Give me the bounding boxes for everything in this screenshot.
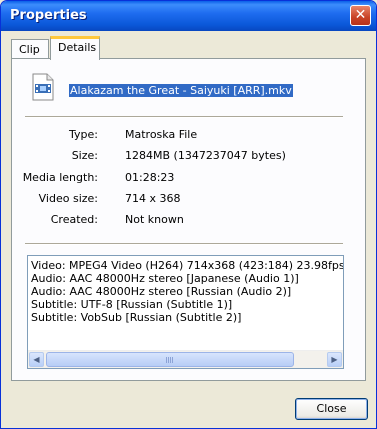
type-label: Type: xyxy=(69,128,98,141)
horizontal-scrollbar[interactable]: ◀ ▶ xyxy=(28,350,343,368)
separator-bottom xyxy=(25,243,343,245)
properties-window: Properties ✕ Clip Details Alakazam the G… xyxy=(0,0,377,429)
media-length-value: 01:28:23 xyxy=(125,171,175,184)
type-value: Matroska File xyxy=(125,128,198,141)
created-label: Created: xyxy=(50,213,98,226)
title-bar[interactable]: Properties ✕ xyxy=(1,1,376,31)
created-value: Not known xyxy=(125,213,184,226)
streams-textbox[interactable]: Video: MPEG4 Video (H264) 714x368 (423:1… xyxy=(27,255,344,369)
details-panel: Alakazam the Great - Saiyuki [ARR].mkv T… xyxy=(11,58,366,381)
file-name: Alakazam the Great - Saiyuki [ARR].mkv xyxy=(69,84,293,97)
tab-details-label: Details xyxy=(58,41,97,54)
stream-line: Subtitle: VobSub [Russian (Subtitle 2)] xyxy=(31,311,242,324)
scrollbar-thumb[interactable] xyxy=(46,352,294,367)
media-length-label: Media length: xyxy=(22,171,98,184)
scroll-right-icon[interactable]: ▶ xyxy=(327,352,342,367)
window-close-icon[interactable]: ✕ xyxy=(350,5,371,26)
video-size-label: Video size: xyxy=(38,192,98,205)
stream-line: Audio: AAC 48000Hz stereo [Japanese (Aud… xyxy=(31,272,299,285)
tab-details[interactable]: Details xyxy=(50,36,100,60)
size-value: 1284MB (1347237047 bytes) xyxy=(125,149,286,162)
stream-line: Subtitle: UTF-8 [Russian (Subtitle 1)] xyxy=(31,298,233,311)
stream-line: Audio: AAC 48000Hz stereo [Russian (Audi… xyxy=(31,285,292,298)
stream-line: Video: MPEG4 Video (H264) 714x368 (423:1… xyxy=(31,259,344,272)
close-button[interactable]: Close xyxy=(295,398,368,420)
separator-top xyxy=(25,116,343,118)
tab-clip[interactable]: Clip xyxy=(11,39,49,59)
window-title: Properties xyxy=(10,8,87,23)
size-label: Size: xyxy=(71,149,98,162)
video-size-value: 714 x 368 xyxy=(125,192,181,205)
video-file-icon xyxy=(32,73,54,101)
scroll-left-icon[interactable]: ◀ xyxy=(29,352,44,367)
tab-clip-label: Clip xyxy=(19,43,40,56)
